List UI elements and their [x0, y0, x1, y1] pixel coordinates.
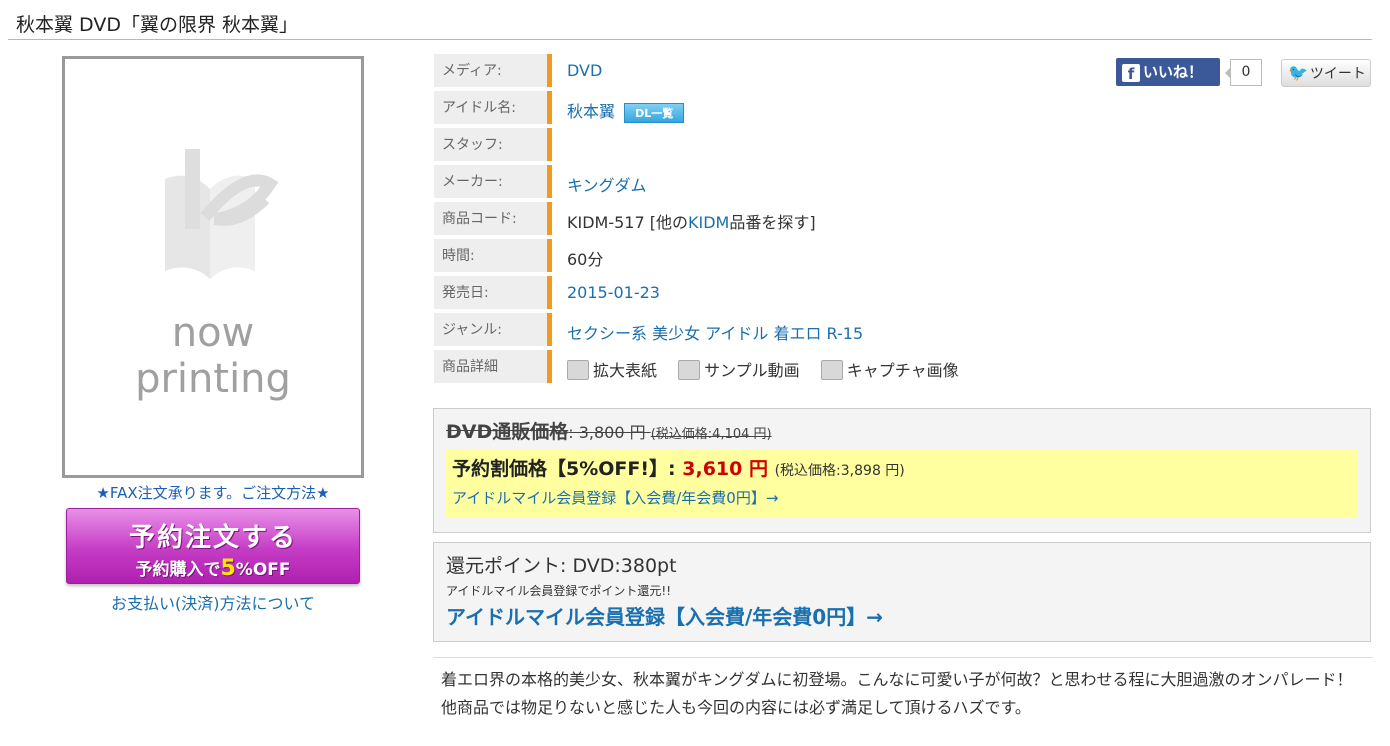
- info-row-maker: メーカー: キングダム: [434, 163, 1034, 200]
- facebook-icon: f: [1122, 64, 1140, 83]
- info-row-code: 商品コード: KIDM-517 [他のKIDM品番を探す]: [434, 200, 1034, 237]
- price-box: DVD通販価格: 3,800 円 (税込価格:4,104 円) 予約割価格【5%…: [433, 408, 1371, 533]
- order-button-label: 予約注文する: [128, 523, 297, 553]
- twitter-bird-icon: 🐦: [1288, 63, 1308, 82]
- genre-links[interactable]: セクシー系 美少女 アイドル 着エロ R-15: [567, 324, 863, 343]
- reserve-order-button[interactable]: 予約注文する 予約購入で5%OFF: [66, 508, 360, 584]
- info-row-time: 時間: 60分: [434, 237, 1034, 274]
- enlarge-cover-link[interactable]: 拡大表紙: [567, 360, 657, 380]
- idol-value: 秋本翼 DL一覧: [567, 98, 685, 123]
- facebook-like-button[interactable]: f いいね！: [1116, 58, 1220, 86]
- time-value: 60分: [567, 250, 604, 269]
- info-row-idol: アイドル名: 秋本翼 DL一覧: [434, 89, 1034, 126]
- points-note: アイドルマイル会員登録でポイント還元!!: [446, 584, 672, 598]
- media-link[interactable]: DVD: [567, 61, 602, 80]
- maker-link[interactable]: キングダム: [567, 176, 647, 195]
- product-info-table: メディア: DVD アイドル名: 秋本翼 DL一覧 スタッフ: メーカー: キン…: [434, 52, 1034, 385]
- sample-video-link[interactable]: サンプル動画: [678, 360, 800, 380]
- idol-link[interactable]: 秋本翼: [567, 102, 615, 121]
- tweet-button[interactable]: 🐦 ツイート: [1281, 59, 1371, 87]
- sale-price-panel: 予約割価格【5%OFF!】: 3,610 円 (税込価格:3,898 円) アイ…: [446, 450, 1358, 518]
- now-printing-line1: now: [171, 310, 255, 356]
- like-count: 0: [1225, 59, 1262, 86]
- fax-order-link[interactable]: ★FAX注文承ります。ご注文方法★: [62, 482, 364, 503]
- book-logo-icon: [165, 149, 279, 279]
- info-row-details: 商品詳細 拡大表紙 サンプル動画 キャプチャ画像: [434, 348, 1034, 385]
- camera-icon: [820, 360, 843, 380]
- media-value: DVD: [567, 61, 602, 80]
- page-title: 秋本翼 DVD「翼の限界 秋本翼」: [8, 12, 1372, 40]
- payment-method-link[interactable]: お支払い(決済)方法について: [62, 590, 364, 614]
- release-date-link[interactable]: 2015-01-23: [567, 283, 660, 302]
- member-register-link[interactable]: アイドルマイル会員登録【入会費/年会費0円】→: [452, 487, 1352, 508]
- capture-image-link[interactable]: キャプチャ画像: [820, 360, 959, 380]
- normal-price: DVD通販価格: 3,800 円 (税込価格:4,104 円): [446, 421, 772, 443]
- product-code-value: KIDM-517 [他のKIDM品番を探す]: [567, 213, 816, 232]
- details-value: 拡大表紙 サンプル動画 キャプチャ画像: [567, 357, 975, 381]
- info-label: ジャンル:: [434, 313, 552, 346]
- now-printing-line2: printing: [135, 356, 291, 402]
- info-label: 時間:: [434, 239, 552, 272]
- cover-image[interactable]: now printing: [62, 56, 364, 478]
- reward-points: 還元ポイント: DVD:380pt: [446, 555, 677, 577]
- info-label: 商品コード:: [434, 202, 552, 235]
- info-label: 発売日:: [434, 276, 552, 309]
- info-label: 商品詳細: [434, 350, 552, 383]
- zoom-icon: [567, 360, 589, 380]
- kidm-link[interactable]: KIDM: [688, 213, 729, 232]
- product-description: 着エロ界の本格的美少女、秋本翼がキングダムに初登場。こんなに可愛い子が何故？と思…: [433, 657, 1373, 730]
- info-row-genre: ジャンル: セクシー系 美少女 アイドル 着エロ R-15: [434, 311, 1034, 348]
- sale-price: 予約割価格【5%OFF!】: 3,610 円 (税込価格:3,898 円): [452, 458, 905, 480]
- member-register-link-large[interactable]: アイドルマイル会員登録【入会費/年会費0円】→: [446, 601, 1358, 630]
- info-label: メーカー:: [434, 165, 552, 198]
- video-icon: [678, 360, 701, 380]
- info-label: スタッフ:: [434, 128, 552, 161]
- sale-price-value: 3,610 円: [682, 458, 768, 480]
- info-label: メディア:: [434, 54, 552, 87]
- order-button-sublabel: 予約購入で5%OFF: [135, 556, 291, 581]
- genre-value: セクシー系 美少女 アイドル 着エロ R-15: [567, 320, 863, 344]
- points-box: 還元ポイント: DVD:380pt アイドルマイル会員登録でポイント還元!! ア…: [433, 542, 1371, 642]
- dl-list-button[interactable]: DL一覧: [624, 102, 685, 123]
- info-label: アイドル名:: [434, 91, 552, 124]
- maker-value: キングダム: [567, 172, 647, 196]
- info-row-release: 発売日: 2015-01-23: [434, 274, 1034, 311]
- release-value: 2015-01-23: [567, 283, 660, 302]
- info-row-staff: スタッフ:: [434, 126, 1034, 163]
- info-row-media: メディア: DVD: [434, 52, 1034, 89]
